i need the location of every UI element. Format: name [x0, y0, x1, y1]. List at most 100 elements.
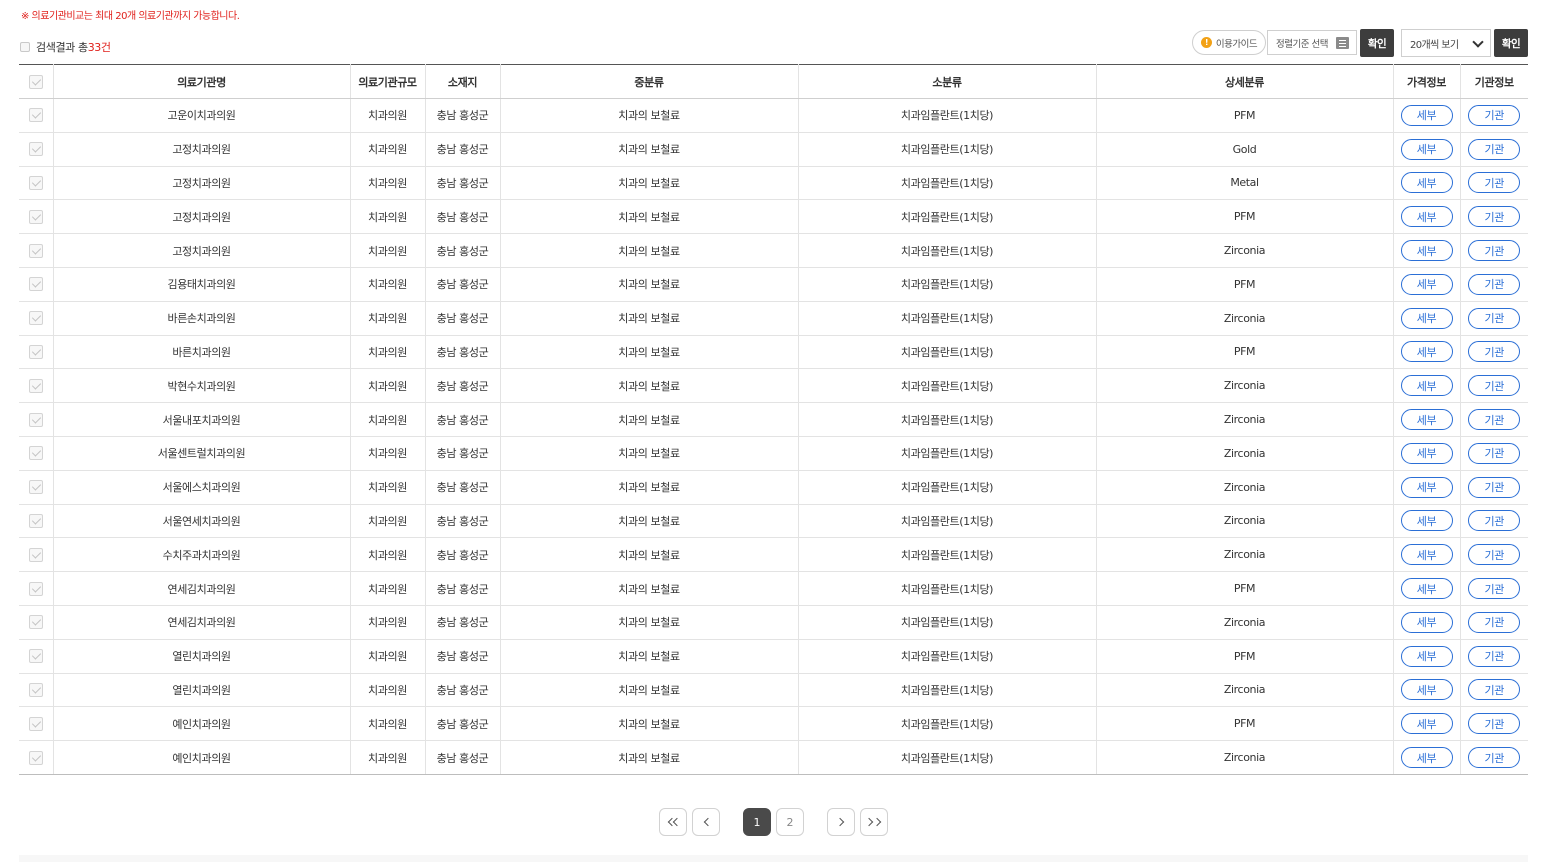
org-info-button[interactable]: 기관	[1468, 206, 1521, 228]
price-detail-button[interactable]: 세부	[1400, 476, 1453, 498]
org-info-button[interactable]: 기관	[1468, 375, 1521, 397]
row-checkbox[interactable]	[28, 716, 43, 731]
header-select-all[interactable]	[19, 64, 54, 99]
org-info-button[interactable]: 기관	[1468, 138, 1521, 160]
price-detail-button[interactable]: 세부	[1400, 409, 1453, 431]
first-page-button[interactable]	[659, 808, 687, 836]
price-detail-button[interactable]: 세부	[1400, 341, 1453, 363]
institution-name-cell: 서울에스치과의원	[53, 470, 351, 505]
price-detail-button[interactable]: 세부	[1400, 544, 1453, 566]
price-detail-button[interactable]: 세부	[1400, 645, 1453, 667]
price-info-cell: 세부	[1393, 673, 1461, 708]
org-info-cell: 기관	[1460, 98, 1528, 133]
org-info-button[interactable]: 기관	[1468, 544, 1521, 566]
row-checkbox[interactable]	[28, 581, 43, 596]
row-checkbox[interactable]	[28, 480, 43, 495]
row-checkbox[interactable]	[28, 682, 43, 697]
row-checkbox[interactable]	[28, 142, 43, 157]
org-info-button[interactable]: 기관	[1468, 273, 1521, 295]
org-info-cell: 기관	[1460, 233, 1528, 268]
org-info-button[interactable]: 기관	[1468, 240, 1521, 262]
row-checkbox[interactable]	[28, 378, 43, 393]
detail-category-cell: PFM	[1096, 639, 1394, 674]
price-detail-button[interactable]: 세부	[1400, 172, 1453, 194]
org-info-button[interactable]: 기관	[1468, 442, 1521, 464]
page-2-button[interactable]: 2	[776, 808, 804, 836]
select-all-checkbox[interactable]	[28, 74, 43, 89]
org-info-button[interactable]: 기관	[1468, 713, 1521, 735]
row-select-cell	[19, 571, 54, 606]
sort-confirm-button[interactable]: 확인	[1360, 29, 1394, 57]
org-info-button[interactable]: 기관	[1468, 645, 1521, 667]
sub-category-cell: 치과임플란트(1치당)	[798, 605, 1097, 640]
price-detail-button[interactable]: 세부	[1400, 442, 1453, 464]
detail-category-cell: Zirconia	[1096, 402, 1394, 437]
detail-category-cell: PFM	[1096, 335, 1394, 370]
org-info-button[interactable]: 기관	[1468, 172, 1521, 194]
row-checkbox[interactable]	[28, 311, 43, 326]
institution-name-cell: 고정치과의원	[53, 132, 351, 167]
price-info-cell: 세부	[1393, 740, 1461, 775]
row-checkbox[interactable]	[28, 209, 43, 224]
org-info-button[interactable]: 기관	[1468, 747, 1521, 769]
row-checkbox[interactable]	[28, 108, 43, 123]
row-checkbox[interactable]	[28, 412, 43, 427]
table-row: 고정치과의원 치과의원 충남 홍성군 치과의 보철료 치과임플란트(1치당) Gold 세부…	[19, 132, 1528, 167]
mid-category-cell: 치과의 보철료	[500, 571, 799, 606]
org-info-cell: 기관	[1460, 470, 1528, 505]
price-detail-button[interactable]: 세부	[1400, 240, 1453, 262]
row-checkbox[interactable]	[28, 344, 43, 359]
price-detail-button[interactable]: 세부	[1400, 273, 1453, 295]
org-info-button[interactable]: 기관	[1468, 341, 1521, 363]
price-detail-button[interactable]: 세부	[1400, 206, 1453, 228]
org-info-button[interactable]: 기관	[1468, 307, 1521, 329]
usage-guide-button[interactable]: ! 이용가이드	[1192, 30, 1266, 55]
row-checkbox[interactable]	[28, 615, 43, 630]
location-cell: 충남 홍성군	[425, 740, 501, 775]
org-info-button[interactable]: 기관	[1468, 104, 1521, 126]
page-size-confirm-button[interactable]: 확인	[1494, 29, 1528, 57]
org-info-button[interactable]: 기관	[1468, 409, 1521, 431]
price-detail-button[interactable]: 세부	[1400, 679, 1453, 701]
org-info-button[interactable]: 기관	[1468, 578, 1521, 600]
row-checkbox[interactable]	[28, 547, 43, 562]
org-info-button[interactable]: 기관	[1468, 476, 1521, 498]
row-checkbox[interactable]	[28, 277, 43, 292]
sub-category-cell: 치과임플란트(1치당)	[798, 368, 1097, 404]
next-page-button[interactable]	[827, 808, 855, 836]
org-info-button[interactable]: 기관	[1468, 611, 1521, 633]
result-prefix: 검색결과 총	[36, 41, 88, 54]
price-detail-button[interactable]: 세부	[1400, 375, 1453, 397]
price-detail-button[interactable]: 세부	[1400, 307, 1453, 329]
sub-category-cell: 치과임플란트(1치당)	[798, 571, 1097, 606]
org-info-button[interactable]: 기관	[1468, 679, 1521, 701]
institution-size-cell: 치과의원	[350, 402, 426, 437]
price-detail-button[interactable]: 세부	[1400, 611, 1453, 633]
price-detail-button[interactable]: 세부	[1400, 578, 1453, 600]
row-checkbox[interactable]	[28, 243, 43, 258]
row-checkbox[interactable]	[28, 513, 43, 528]
org-info-cell: 기관	[1460, 605, 1528, 640]
prev-page-button[interactable]	[692, 808, 720, 836]
price-detail-button[interactable]: 세부	[1400, 510, 1453, 532]
table-row: 수치주과치과의원 치과의원 충남 홍성군 치과의 보철료 치과임플란트(1치당) Zirc…	[19, 537, 1528, 573]
sort-criteria-select[interactable]: 정렬기준 선택	[1267, 30, 1357, 55]
price-detail-button[interactable]: 세부	[1400, 713, 1453, 735]
header-sub-category: 소분류	[798, 64, 1097, 99]
price-detail-button[interactable]: 세부	[1400, 747, 1453, 769]
mid-category-cell: 치과의 보철료	[500, 740, 799, 775]
sub-category-cell: 치과임플란트(1치당)	[798, 706, 1097, 742]
price-detail-button[interactable]: 세부	[1400, 138, 1453, 160]
org-info-button[interactable]: 기관	[1468, 510, 1521, 532]
row-checkbox[interactable]	[28, 175, 43, 190]
page-size-select[interactable]: 20개씩 보기	[1401, 29, 1491, 57]
page-1-button[interactable]: 1	[743, 808, 771, 836]
row-checkbox[interactable]	[28, 750, 43, 765]
row-checkbox[interactable]	[28, 649, 43, 664]
mid-category-cell: 치과의 보철료	[500, 639, 799, 674]
select-all-results-checkbox[interactable]	[20, 42, 30, 52]
last-page-button[interactable]	[860, 808, 888, 836]
price-detail-button[interactable]: 세부	[1400, 104, 1453, 126]
row-checkbox[interactable]	[28, 446, 43, 461]
mid-category-cell: 치과의 보철료	[500, 98, 799, 133]
